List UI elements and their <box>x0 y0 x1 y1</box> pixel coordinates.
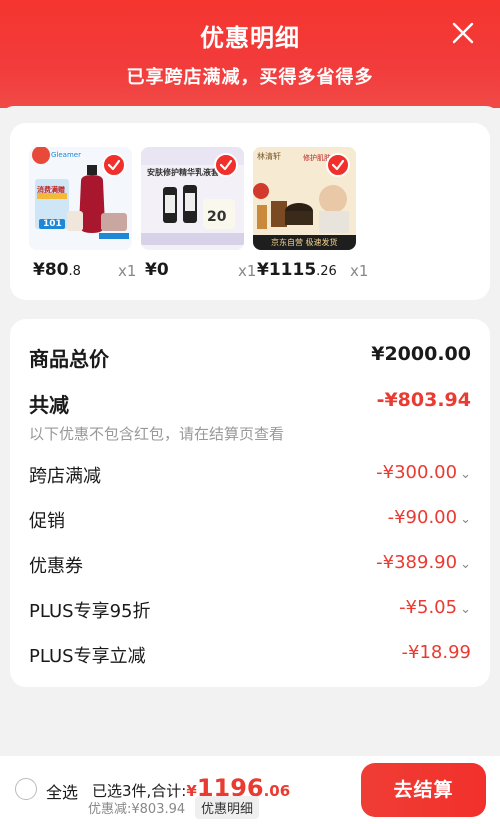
thumb-brand: Gleamer <box>51 151 81 159</box>
discount-row-coupon[interactable]: 优惠券 -¥389.90 ⌄ <box>29 552 471 582</box>
price-integer: ¥80 <box>33 260 69 280</box>
product-price: ¥0 <box>145 260 169 280</box>
discount-value: -¥389.90 ⌄ <box>376 552 471 573</box>
amount-decimal: .06 <box>263 782 291 800</box>
chevron-down-icon: ⌄ <box>460 512 471 527</box>
discount-label: PLUS专享95折 <box>29 601 151 622</box>
product-price: ¥1115.26 <box>257 260 337 280</box>
discount-amount: -¥90.00 <box>387 507 458 528</box>
selected-check[interactable] <box>102 153 126 177</box>
product-price: ¥80.8 <box>33 260 81 280</box>
page-subtitle: 已享跨店满减，买得多省得多 <box>126 67 374 88</box>
close-button[interactable] <box>446 16 480 50</box>
discount-value: -¥5.05 ⌄ <box>399 597 471 618</box>
price-decimal: .8 <box>68 264 81 279</box>
reduce-label: 共减 <box>29 393 69 417</box>
discount-row-cross-store[interactable]: 跨店满减 -¥300.00 ⌄ <box>29 462 471 492</box>
price-decimal: .26 <box>316 264 337 279</box>
discount-label: PLUS专享立减 <box>29 646 146 667</box>
discount-detail-button[interactable]: 优惠明细 <box>195 796 260 819</box>
check-icon <box>107 159 121 171</box>
reduce-value: -¥803.94 <box>376 389 471 411</box>
discount-amount: -¥300.00 <box>376 462 458 483</box>
reduce-row: 共减 -¥803.94 <box>29 389 471 419</box>
discount-label: 跨店满减 <box>29 466 101 487</box>
chevron-down-icon: ⌄ <box>460 602 471 617</box>
discount-total-text: 优惠减:¥803.94 <box>88 802 186 817</box>
chevron-down-icon: ⌄ <box>460 557 471 572</box>
header-banner: 优惠明细 已享跨店满减，买得多省得多 <box>0 0 500 108</box>
select-all-radio[interactable] <box>15 778 37 800</box>
discount-amount: -¥5.05 <box>399 597 458 618</box>
discount-value: -¥300.00 ⌄ <box>376 462 471 483</box>
discount-row-plus-instant: PLUS专享立减 -¥18.99 <box>29 642 471 672</box>
thumb-footer: 京东自营 极速发货 <box>271 238 338 247</box>
thumb-title: 安肤修护精华乳液套 <box>147 168 219 177</box>
product-quantity: x1 <box>118 262 137 280</box>
page-title: 优惠明细 <box>200 24 300 52</box>
product-quantity: x1 <box>238 262 257 280</box>
product-card: Gleamer 消费满赠 101 ¥80.8 x1 安肤修护精华乳液套 20 ¥… <box>10 123 490 300</box>
thumb-brand: 林清轩 <box>257 152 281 161</box>
product-thumbnail: 安肤修护精华乳液套 20 <box>141 147 244 250</box>
product-item[interactable]: Gleamer 消费满赠 101 ¥80.8 x1 <box>29 147 136 280</box>
selected-check[interactable] <box>326 153 350 177</box>
chevron-down-icon: ⌄ <box>460 467 471 482</box>
discount-summary-card: 商品总价 ¥2000.00 共减 -¥803.94 以下优惠不包含红包，请在结算… <box>10 319 490 687</box>
check-icon <box>219 159 233 171</box>
total-label: 商品总价 <box>29 347 109 371</box>
discount-value: -¥18.99 <box>401 642 471 663</box>
total-value: ¥2000.00 <box>371 343 471 365</box>
close-icon <box>452 22 474 44</box>
detail-sheet: Gleamer 消费满赠 101 ¥80.8 x1 安肤修护精华乳液套 20 ¥… <box>0 106 500 756</box>
discount-row-promotion[interactable]: 促销 -¥90.00 ⌄ <box>29 507 471 537</box>
product-item[interactable]: 安肤修护精华乳液套 20 ¥0 x1 <box>141 147 256 280</box>
checkout-button[interactable]: 去结算 <box>361 763 486 817</box>
price-integer: ¥1115 <box>257 260 317 280</box>
product-thumbnail: 林清轩 修护肌肤 京东自营 极速发货 <box>253 147 356 250</box>
thumb-number: 20 <box>207 209 227 225</box>
checkout-bar: 全选 已选3件,合计:¥1196.06 优惠减:¥803.94 优惠明细 去结算 <box>0 756 500 824</box>
product-item[interactable]: 林清轩 修护肌肤 京东自营 极速发货 ¥1115.26 x1 <box>253 147 368 280</box>
discount-note: 以下优惠不包含红包，请在结算页查看 <box>29 425 285 443</box>
discount-amount: -¥389.90 <box>376 552 458 573</box>
thumb-label: 消费满赠 <box>37 186 65 194</box>
discount-value: -¥90.00 ⌄ <box>388 507 471 528</box>
discount-label: 优惠券 <box>29 556 83 577</box>
product-quantity: x1 <box>350 262 369 280</box>
select-all-label[interactable]: 全选 <box>46 779 78 803</box>
discount-row-plus-95[interactable]: PLUS专享95折 -¥5.05 ⌄ <box>29 597 471 627</box>
thumb-number: 101 <box>43 219 62 229</box>
selected-check[interactable] <box>214 153 238 177</box>
price-integer: ¥0 <box>145 260 169 280</box>
discount-label: 促销 <box>29 511 65 532</box>
check-icon <box>331 159 345 171</box>
total-row: 商品总价 ¥2000.00 <box>29 343 471 373</box>
product-thumbnail: Gleamer 消费满赠 101 <box>29 147 132 250</box>
